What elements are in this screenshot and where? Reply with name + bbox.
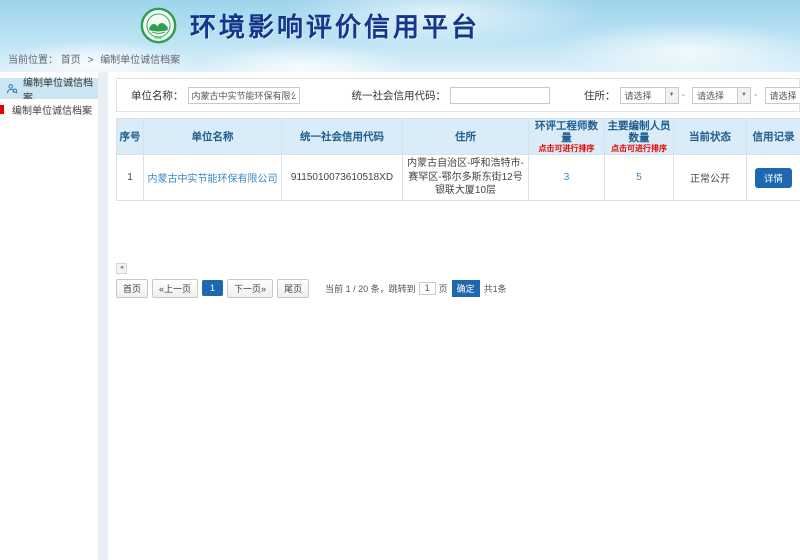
first-page-button[interactable]: 首页 bbox=[116, 279, 148, 298]
sidebar-item-label: 编制单位诚信档案 bbox=[12, 102, 92, 117]
breadcrumb-separator: > bbox=[88, 55, 94, 66]
engineer-count-link[interactable]: 3 bbox=[564, 172, 570, 183]
mee-logo-icon: MEE bbox=[140, 7, 177, 44]
address-province-value: 请选择 bbox=[621, 88, 665, 103]
pagination-page-word: 页 bbox=[439, 282, 448, 295]
breadcrumb: 当前位置： 首页 > 编制单位诚信档案 bbox=[0, 51, 800, 66]
sidebar-item-archives[interactable]: 编制单位诚信档案 bbox=[0, 99, 98, 120]
address-separator: - bbox=[682, 89, 686, 101]
unit-name-label: 单位名称： bbox=[131, 88, 184, 103]
col-engineer-count-label: 环评工程师数量 bbox=[535, 120, 598, 144]
cell-status: 正常公开 bbox=[674, 155, 747, 201]
col-staff-count-label: 主要编制人员数量 bbox=[608, 120, 671, 144]
last-page-button[interactable]: 尾页 bbox=[277, 279, 309, 298]
col-status: 当前状态 bbox=[674, 119, 747, 155]
col-index: 序号 bbox=[117, 119, 144, 155]
confirm-jump-button[interactable]: 确定 bbox=[452, 280, 480, 297]
scroll-left-icon[interactable]: ◄ bbox=[116, 263, 127, 274]
col-credit-code: 统一社会信用代码 bbox=[282, 119, 403, 155]
search-panel: 单位名称： 统一社会信用代码： 住所： 请选择 ▼ - 请选择 ▼ - 请选择 … bbox=[116, 78, 800, 112]
sidebar: 编制单位诚信档案 编制单位诚信档案 bbox=[0, 72, 98, 560]
page-title: 环境影响评价信用平台 bbox=[190, 7, 480, 44]
detail-button[interactable]: 详情 bbox=[755, 168, 792, 188]
chevron-down-icon: ▼ bbox=[737, 88, 750, 103]
breadcrumb-home-link[interactable]: 首页 bbox=[61, 55, 81, 66]
pagination: 首页 «上一页 1 下一页» 尾页 当前 1 / 20 条，跳转到 页 确定 共… bbox=[116, 279, 800, 298]
sort-hint[interactable]: 点击可进行排序 bbox=[531, 144, 602, 153]
sidebar-gutter bbox=[98, 72, 108, 560]
page: MEE 环境影响评价信用平台 当前位置： 首页 > 编制单位诚信档案 编制单位诚… bbox=[0, 0, 800, 560]
col-engineer-count[interactable]: 环评工程师数量 点击可进行排序 bbox=[529, 119, 605, 155]
pagination-total: 共1条 bbox=[484, 282, 507, 295]
unit-name-input[interactable] bbox=[188, 87, 300, 104]
col-unit-name: 单位名称 bbox=[144, 119, 282, 155]
credit-code-label: 统一社会信用代码： bbox=[352, 88, 447, 103]
unit-name-link[interactable]: 内蒙古中实节能环保有限公司 bbox=[148, 174, 278, 185]
results-table: 序号 单位名称 统一社会信用代码 住所 环评工程师数量 点击可进行排序 主要编制… bbox=[116, 118, 800, 201]
prev-page-button[interactable]: «上一页 bbox=[152, 279, 198, 298]
col-credit-record: 信用记录 bbox=[747, 119, 800, 155]
jump-page-input[interactable] bbox=[419, 282, 436, 295]
address-district-select[interactable]: 请选择 ▼ bbox=[765, 87, 800, 104]
col-address: 住所 bbox=[403, 119, 529, 155]
pagination-info: 当前 1 / 20 条，跳转到 bbox=[325, 282, 416, 295]
body: 编制单位诚信档案 编制单位诚信档案 单位名称： 统一社会信用代码： 住所： 请选… bbox=[0, 72, 800, 560]
cell-index: 1 bbox=[117, 155, 144, 201]
address-province-select[interactable]: 请选择 ▼ bbox=[620, 87, 679, 104]
active-marker bbox=[0, 105, 4, 114]
table-row: 1 内蒙古中实节能环保有限公司 9115010073610518XD 内蒙古自治… bbox=[117, 155, 800, 201]
horizontal-scrollbar: ◄ bbox=[116, 263, 800, 274]
address-separator: - bbox=[754, 89, 758, 101]
next-page-button[interactable]: 下一页» bbox=[227, 279, 273, 298]
sort-hint[interactable]: 点击可进行排序 bbox=[607, 144, 671, 153]
table-header-row: 序号 单位名称 统一社会信用代码 住所 环评工程师数量 点击可进行排序 主要编制… bbox=[117, 119, 800, 155]
breadcrumb-current: 编制单位诚信档案 bbox=[100, 55, 180, 66]
cell-credit-code: 9115010073610518XD bbox=[282, 155, 403, 201]
sidebar-group-archives[interactable]: 编制单位诚信档案 bbox=[0, 78, 98, 99]
person-search-icon bbox=[6, 83, 18, 95]
cell-address: 内蒙古自治区-呼和浩特市-赛罕区-鄂尔多斯东街12号银联大厦10层 bbox=[403, 155, 529, 201]
address-label: 住所： bbox=[584, 88, 616, 103]
credit-code-input[interactable] bbox=[450, 87, 550, 104]
staff-count-link[interactable]: 5 bbox=[636, 172, 642, 183]
brand: MEE 环境影响评价信用平台 bbox=[0, 0, 800, 46]
address-district-value: 请选择 bbox=[766, 88, 800, 103]
header-banner: MEE 环境影响评价信用平台 当前位置： 首页 > 编制单位诚信档案 bbox=[0, 0, 800, 72]
current-page-badge[interactable]: 1 bbox=[202, 280, 223, 296]
chevron-down-icon: ▼ bbox=[665, 88, 678, 103]
svg-text:MEE: MEE bbox=[155, 36, 164, 40]
breadcrumb-prefix: 当前位置： bbox=[8, 55, 58, 66]
col-staff-count[interactable]: 主要编制人员数量 点击可进行排序 bbox=[605, 119, 674, 155]
address-city-value: 请选择 bbox=[693, 88, 737, 103]
main-content: 单位名称： 统一社会信用代码： 住所： 请选择 ▼ - 请选择 ▼ - 请选择 … bbox=[116, 72, 800, 560]
address-city-select[interactable]: 请选择 ▼ bbox=[692, 87, 751, 104]
